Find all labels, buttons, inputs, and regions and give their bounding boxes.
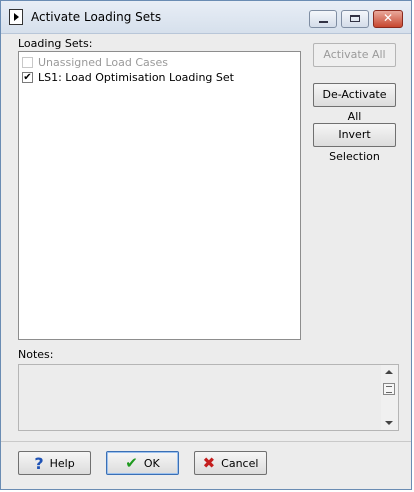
checkmark-icon: ✔	[125, 454, 138, 472]
list-item-ls1[interactable]: ✔ LS1: Load Optimisation Loading Set	[22, 69, 234, 85]
footer-divider	[1, 441, 411, 442]
list-item-label: Unassigned Load Cases	[38, 55, 169, 69]
checkmark-icon: ✔	[23, 71, 32, 83]
deactivate-all-button[interactable]: De-Activate All	[313, 83, 396, 123]
scroll-up-icon[interactable]	[385, 370, 393, 374]
scroll-thumb[interactable]	[383, 383, 395, 395]
invert-selection-button[interactable]: Invert Selection	[313, 123, 396, 163]
notes-field[interactable]	[18, 364, 399, 431]
notes-label: Notes:	[18, 348, 54, 361]
minimize-button[interactable]	[309, 10, 337, 28]
close-icon: ✕	[382, 11, 394, 25]
scroll-down-icon[interactable]	[385, 421, 393, 425]
notes-scrollbar[interactable]	[381, 365, 398, 430]
loading-sets-label: Loading Sets:	[18, 37, 93, 50]
ls1-checkbox[interactable]: ✔	[22, 71, 33, 83]
ok-label: OK	[143, 456, 160, 470]
list-item-label: LS1: Load Optimisation Loading Set	[38, 70, 234, 84]
cancel-x-icon: ✖	[202, 454, 216, 472]
close-button[interactable]: ✕	[373, 10, 403, 28]
help-icon: ?	[34, 453, 44, 473]
help-label: Help	[49, 456, 75, 470]
cancel-button[interactable]: ✖ Cancel	[194, 451, 267, 475]
loading-sets-list[interactable]: Unassigned Load Cases ✔ LS1: Load Optimi…	[18, 51, 301, 340]
unassigned-load-cases-checkbox	[22, 56, 33, 68]
ok-button[interactable]: ✔ OK	[106, 451, 179, 475]
cancel-label: Cancel	[221, 456, 259, 470]
window-title: Activate Loading Sets	[31, 10, 162, 24]
app-icon	[9, 9, 23, 25]
title-bar[interactable]: Activate Loading Sets ✕	[1, 1, 411, 34]
activate-loading-sets-dialog: Activate Loading Sets ✕ Loading Sets: Un…	[0, 0, 412, 490]
list-item-unassigned-load-cases: Unassigned Load Cases	[22, 54, 168, 70]
activate-all-button[interactable]: Activate All	[313, 43, 396, 67]
help-button[interactable]: ? Help	[18, 451, 91, 475]
maximize-button[interactable]	[341, 10, 369, 28]
